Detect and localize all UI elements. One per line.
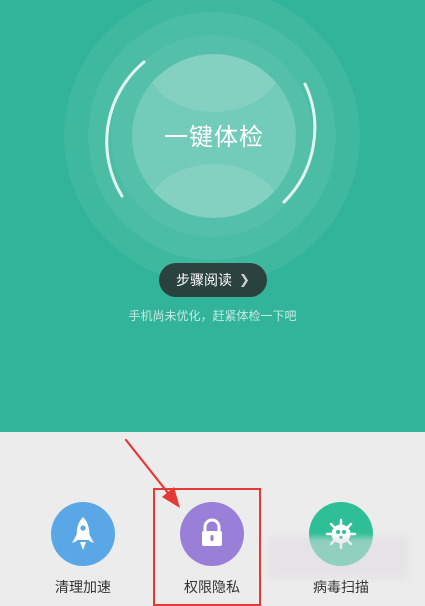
tool-label: 清理加速 [55,580,111,596]
tool-label: 病毒扫描 [313,580,369,596]
blurred-watermark [268,537,408,579]
rocket-icon [51,502,115,566]
annotation-highlight-box [153,488,261,606]
